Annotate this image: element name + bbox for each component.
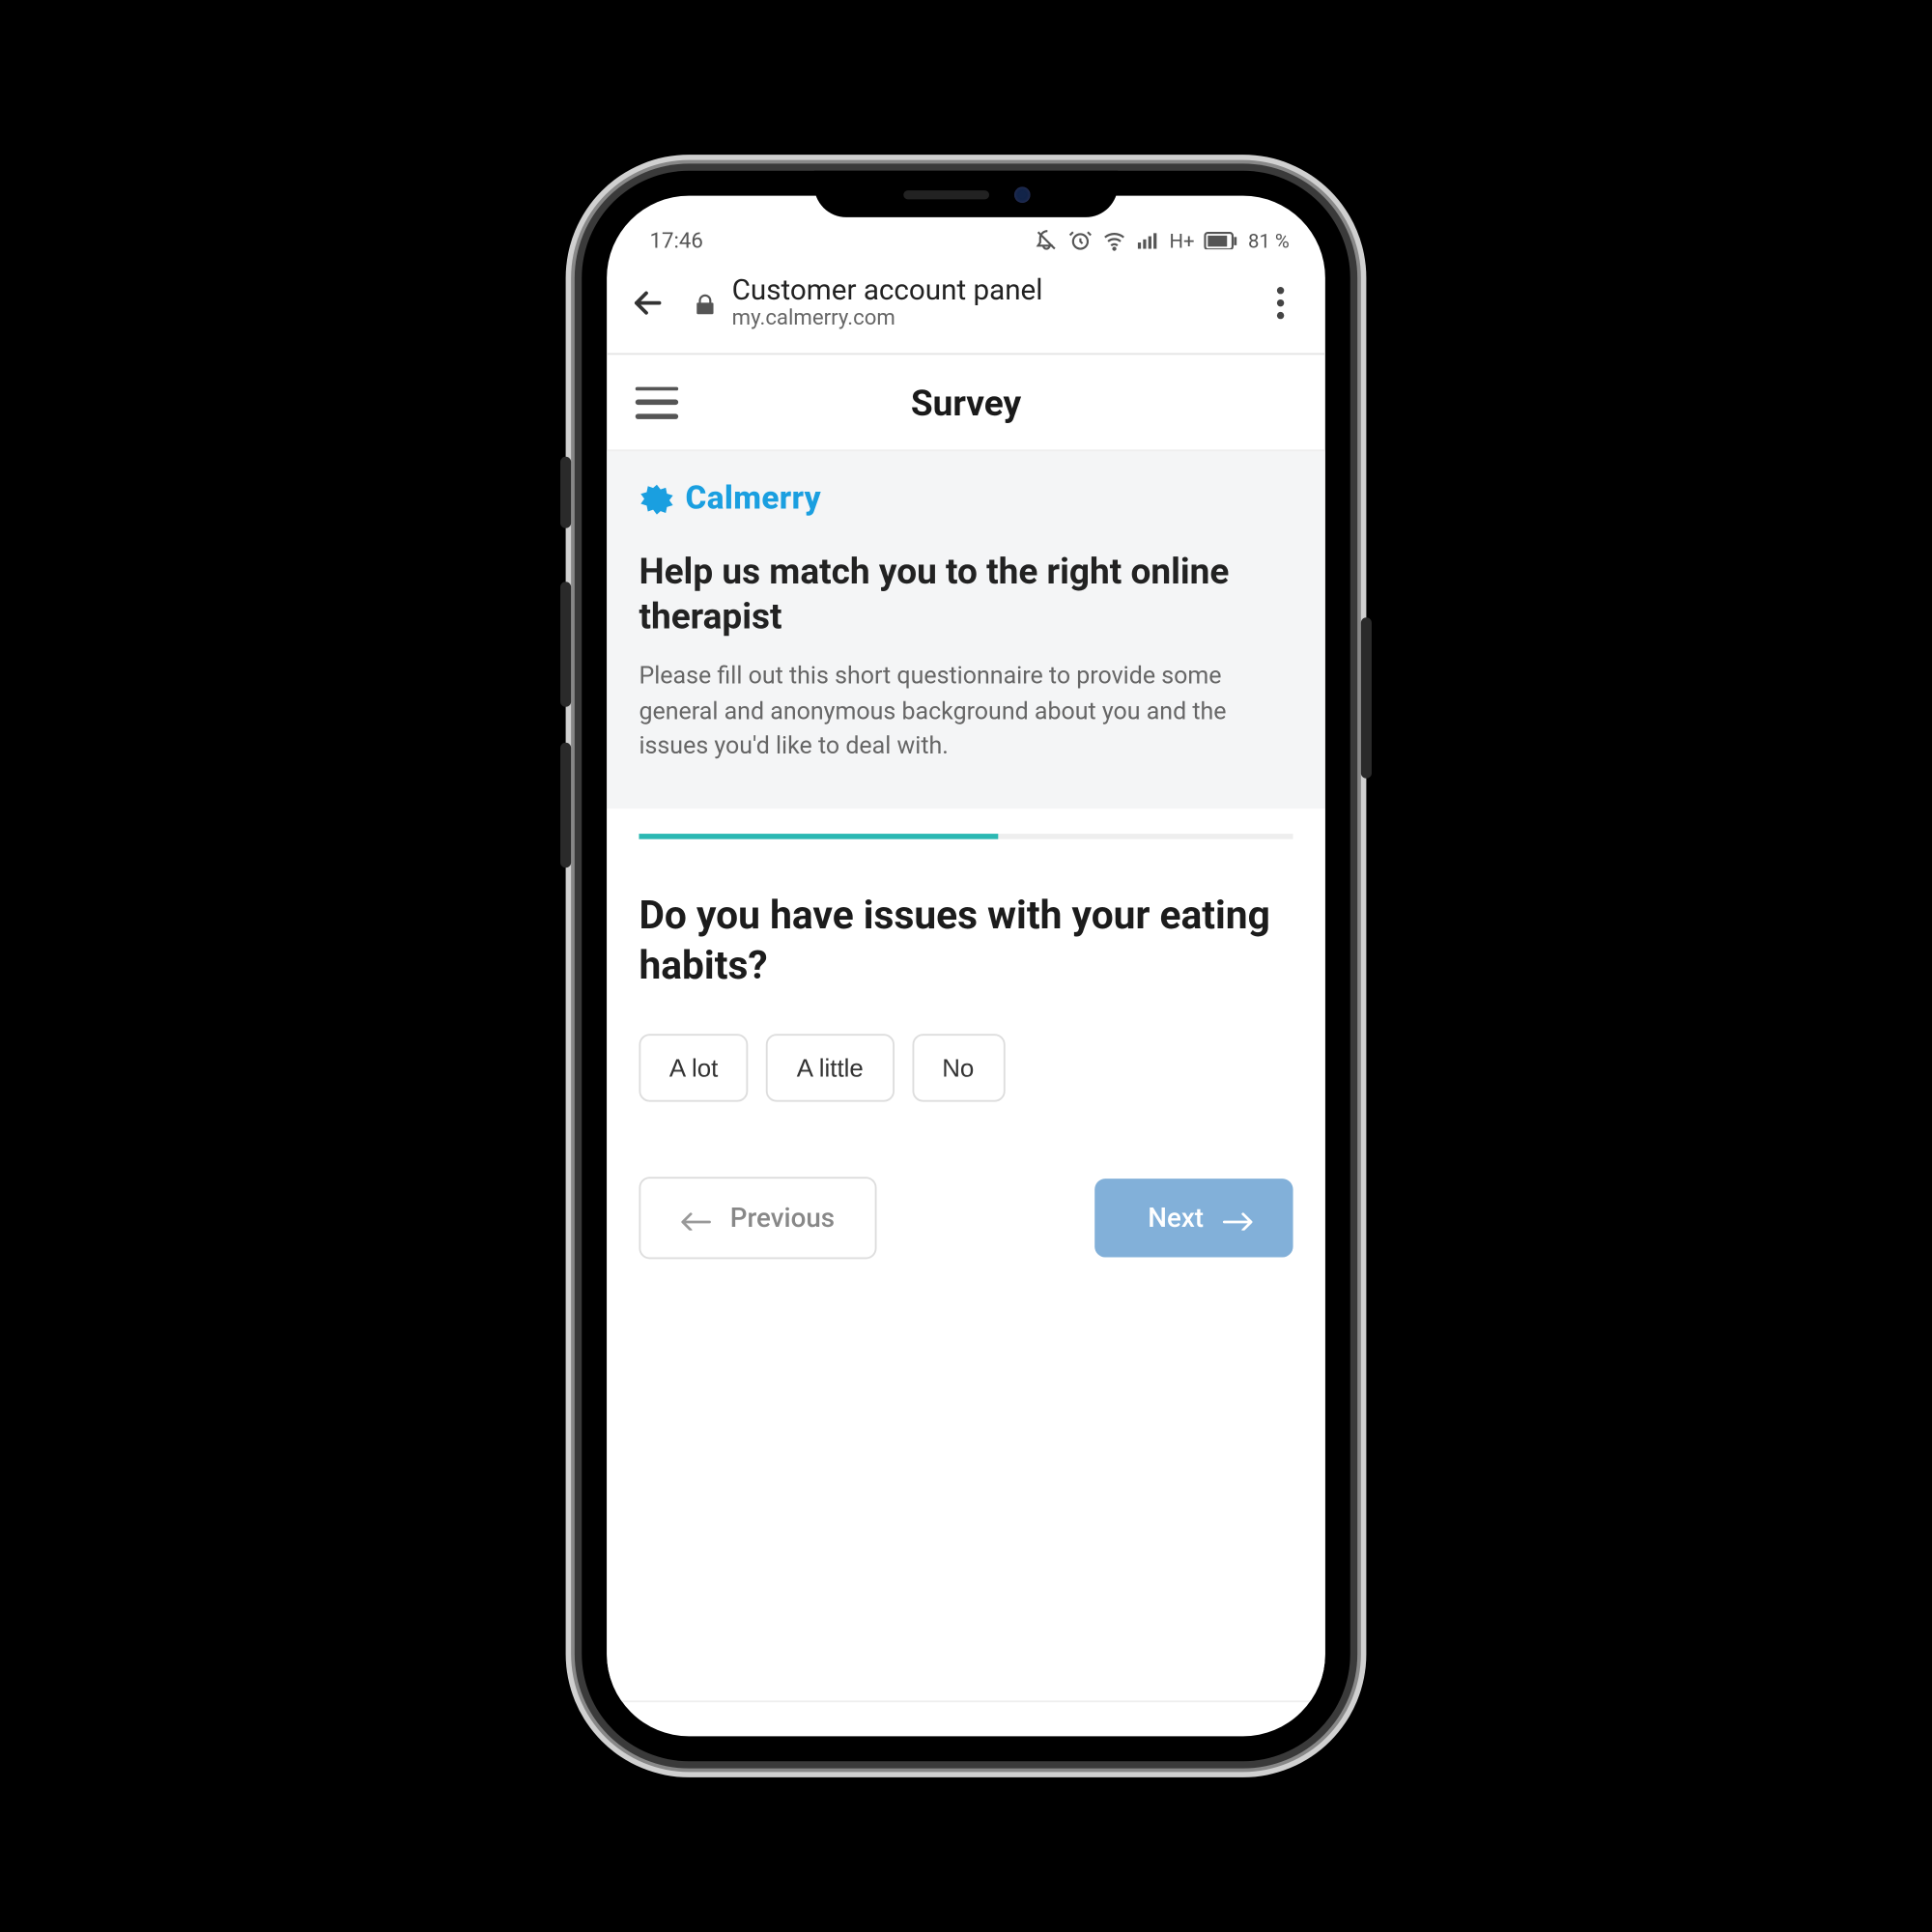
browser-menu-button[interactable] [1261,280,1300,327]
dnd-icon [1034,228,1059,253]
wifi-icon [1101,228,1126,253]
previous-label: Previous [730,1202,835,1234]
nav-buttons: Previous Next [639,1177,1293,1259]
intro-panel: Calmerry Help us match you to the right … [607,452,1325,809]
progress-fill [639,834,998,839]
options-row: A lot A little No [639,1034,1293,1101]
footer-divider [607,1700,1325,1736]
network-type: H+ [1169,229,1194,252]
page-title: Customer account panel [732,274,1043,307]
front-camera [1013,185,1030,202]
question-text: Do you have issues with your eating habi… [639,893,1293,995]
arrow-left-icon [680,1206,712,1231]
next-button[interactable]: Next [1094,1179,1293,1257]
brand: Calmerry [639,480,1293,518]
status-indicators: H+ 81 % [1034,228,1290,253]
phone-frame: 17:46 H+ 81 % [582,171,1350,1762]
intro-body: Please fill out this short questionnaire… [639,661,1293,766]
alarm-icon [1067,228,1093,253]
intro-heading: Help us match you to the right online th… [639,550,1293,639]
calmerry-logo-icon [639,481,674,517]
page-url: my.calmerry.com [732,307,1043,332]
app-title: Survey [911,381,1021,423]
survey-card: Do you have issues with your eating habi… [607,809,1325,1700]
power-button [1361,617,1372,779]
brand-name: Calmerry [686,480,821,518]
volume-down-button [560,743,571,868]
side-button [560,457,571,528]
browser-back-button[interactable] [628,283,668,323]
option-a-little[interactable]: A little [766,1034,894,1101]
previous-button[interactable]: Previous [639,1177,875,1259]
option-no[interactable]: No [912,1034,1005,1101]
battery-percent: 81 % [1248,229,1290,252]
progress-bar [639,834,1293,839]
battery-icon [1204,228,1239,253]
phone-notch [814,171,1119,217]
arrow-right-icon [1222,1206,1254,1231]
option-a-lot[interactable]: A lot [639,1034,748,1101]
address-bar[interactable]: Customer account panel my.calmerry.com [693,274,1236,332]
status-time: 17:46 [650,228,703,253]
menu-button[interactable] [636,386,678,418]
app-header: Survey [607,355,1325,452]
signal-icon [1135,228,1160,253]
screen: 17:46 H+ 81 % [607,196,1325,1737]
browser-toolbar: Customer account panel my.calmerry.com [607,257,1325,355]
next-label: Next [1148,1202,1204,1234]
lock-icon [693,291,718,316]
speaker-grille [902,189,988,198]
volume-up-button [560,582,571,707]
